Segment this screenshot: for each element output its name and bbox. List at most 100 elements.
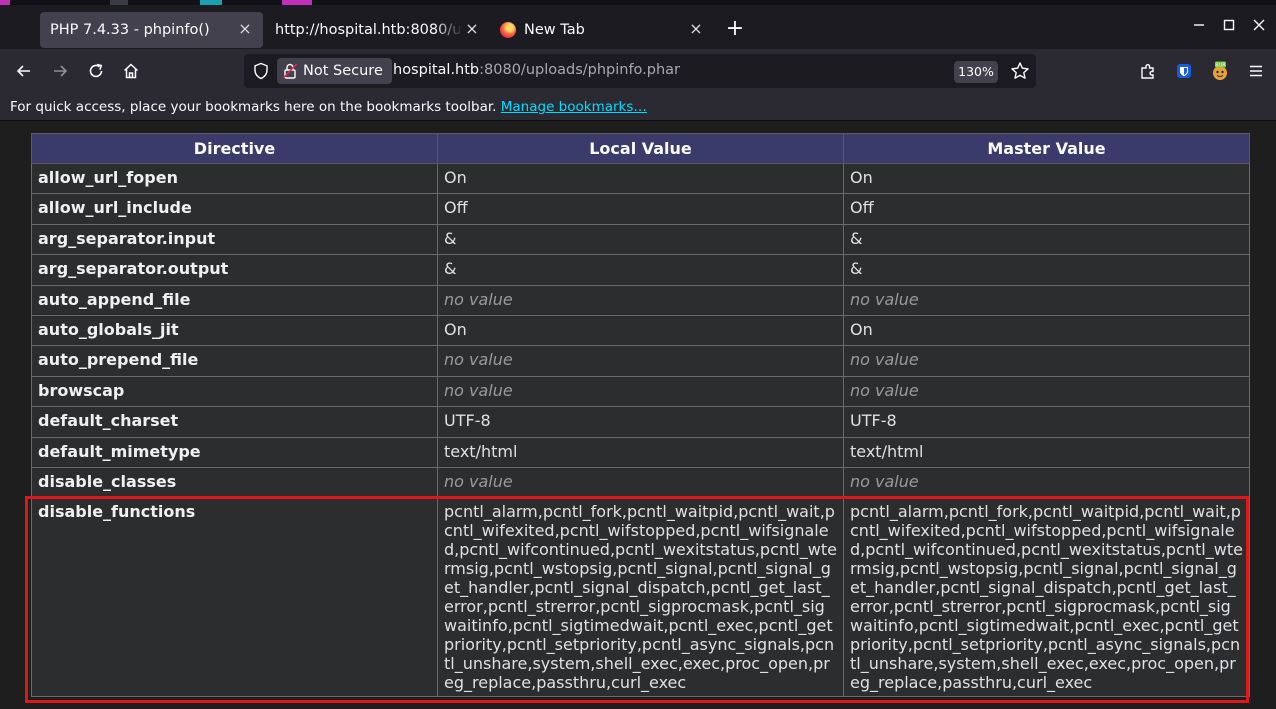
local-value-cell: On (437, 162, 844, 195)
url-path: :8080/uploads/phpinfo.phar (479, 62, 681, 78)
header-local-value: Local Value (437, 133, 844, 164)
master-value-cell: & (843, 254, 1250, 286)
table-header-row: Directive Local Value Master Value (31, 133, 1250, 164)
local-value-cell: no value (437, 345, 844, 377)
table-row: default_charset UTF-8 UTF-8 (31, 406, 1250, 438)
zoom-indicator[interactable]: 130% (954, 61, 998, 83)
tab-title: http://hospital.htb:8080/uploads/phpinfo… (275, 22, 463, 38)
directive-cell: auto_globals_jit (31, 314, 438, 347)
fox-face-icon: BUR (1213, 61, 1227, 80)
hamburger-menu-icon (1250, 65, 1262, 77)
local-value-cell: On (437, 314, 844, 347)
home-button[interactable] (120, 60, 142, 82)
table-row: auto_append_file no value no value (31, 284, 1250, 316)
local-value-cell: text/html (437, 436, 844, 468)
address-bar[interactable]: Not Secure hospital.htb:8080/uploads/php… (244, 54, 1036, 88)
table-row: arg_separator.input & & (31, 223, 1250, 256)
master-value-cell: & (843, 223, 1250, 256)
menu-button[interactable] (1245, 60, 1267, 82)
phpinfo-directives-table: Directive Local Value Master Value allow… (31, 133, 1250, 698)
new-tab-button[interactable]: + (724, 18, 746, 40)
close-window-button[interactable] (1251, 18, 1267, 34)
directive-cell: auto_prepend_file (31, 345, 438, 377)
table-body: allow_url_fopen On On allow_url_include Off O… (31, 162, 1250, 698)
tab-close-icon[interactable]: × (688, 21, 704, 37)
header-master-value: Master Value (843, 133, 1250, 164)
table-row: arg_separator.output & & (31, 254, 1250, 286)
bookmarks-toolbar: For quick access, place your bookmarks h… (0, 93, 1276, 121)
minimize-button[interactable] (1191, 18, 1207, 34)
local-value-cell: UTF-8 (437, 406, 844, 438)
bitwarden-extension-button[interactable] (1173, 60, 1195, 82)
reload-button[interactable] (85, 60, 107, 82)
directive-cell: auto_append_file (31, 284, 438, 316)
arrow-left-icon (16, 65, 30, 77)
table-row: allow_url_include Off Off (31, 193, 1250, 225)
header-directive: Directive (31, 133, 438, 164)
tab-strip: PHP 7.4.33 - phpinfo() × http://hospital… (0, 0, 1276, 49)
extensions-button[interactable] (1137, 60, 1159, 82)
url-text[interactable]: hospital.htb:8080/uploads/phpinfo.phar (393, 62, 680, 78)
foxyproxy-extension-button[interactable]: BUR (1209, 60, 1231, 82)
directive-cell: disable_functions (31, 497, 438, 698)
directive-cell: disable_classes (31, 466, 438, 499)
master-value-cell: On (843, 314, 1250, 347)
table-row: disable_functions pcntl_alarm,pcntl_fork,… (31, 497, 1250, 698)
directive-cell: default_mimetype (31, 436, 438, 468)
master-value-cell: no value (843, 466, 1250, 499)
url-host: hospital.htb (393, 62, 480, 78)
directive-cell: allow_url_fopen (31, 162, 438, 195)
local-value-cell: & (437, 254, 844, 286)
table-row: allow_url_fopen On On (31, 162, 1250, 195)
master-value-cell: no value (843, 284, 1250, 316)
local-value-cell: & (437, 223, 844, 256)
minimize-icon (1194, 24, 1204, 26)
table-row: default_mimetype text/html text/html (31, 436, 1250, 468)
directive-cell: browscap (31, 375, 438, 408)
master-value-cell: UTF-8 (843, 406, 1250, 438)
master-value-cell: pcntl_alarm,pcntl_fork,pcntl_waitpid,pcn… (843, 497, 1250, 698)
master-value-cell: text/html (843, 436, 1250, 468)
tab-title: New Tab (524, 22, 585, 38)
master-value-cell: no value (843, 345, 1250, 377)
tab-new-tab[interactable]: New Tab × (496, 12, 714, 48)
back-button[interactable] (13, 60, 35, 82)
local-value-cell: pcntl_alarm,pcntl_fork,pcntl_waitpid,pcn… (437, 497, 844, 698)
directive-cell: arg_separator.input (31, 223, 438, 256)
shield-icon[interactable] (252, 62, 270, 80)
close-icon (1253, 19, 1265, 31)
local-value-cell: no value (437, 284, 844, 316)
navigation-toolbar: Not Secure hospital.htb:8080/uploads/php… (0, 49, 1276, 93)
tab-close-icon[interactable]: × (464, 21, 480, 37)
window-top-edge (0, 0, 1276, 5)
table-row: disable_classes no value no value (31, 466, 1250, 499)
svg-text:BUR: BUR (1215, 63, 1226, 69)
local-value-cell: Off (437, 193, 844, 225)
page-content: Directive Local Value Master Value allow… (0, 122, 1276, 709)
master-value-cell: On (843, 162, 1250, 195)
master-value-cell: Off (843, 193, 1250, 225)
tab-phpinfo-phar[interactable]: http://hospital.htb:8080/uploads/phpinfo… (270, 12, 490, 48)
tab-phpinfo[interactable]: PHP 7.4.33 - phpinfo() × (40, 12, 263, 48)
not-secure-label: Not Secure (303, 63, 383, 79)
tab-title: PHP 7.4.33 - phpinfo() (50, 22, 210, 38)
table-row: auto_prepend_file no value no value (31, 345, 1250, 377)
local-value-cell: no value (437, 375, 844, 408)
manage-bookmarks-link[interactable]: Manage bookmarks… (501, 99, 647, 115)
tab-close-icon[interactable]: × (237, 21, 253, 37)
puzzle-icon (1141, 64, 1154, 79)
not-secure-indicator[interactable]: Not Secure (277, 58, 392, 84)
arrow-right-icon (54, 65, 68, 77)
table-row: browscap no value no value (31, 375, 1250, 408)
bookmark-star-icon[interactable] (1010, 61, 1030, 81)
local-value-cell: no value (437, 466, 844, 499)
bitwarden-shield-icon (1177, 64, 1191, 78)
bookmarks-hint-text: For quick access, place your bookmarks h… (10, 99, 497, 115)
forward-button[interactable] (49, 60, 71, 82)
home-icon (123, 63, 139, 79)
directive-cell: default_charset (31, 406, 438, 438)
directive-cell: allow_url_include (31, 193, 438, 225)
directive-cell: arg_separator.output (31, 254, 438, 286)
maximize-button[interactable] (1221, 18, 1237, 34)
table-row: auto_globals_jit On On (31, 314, 1250, 347)
